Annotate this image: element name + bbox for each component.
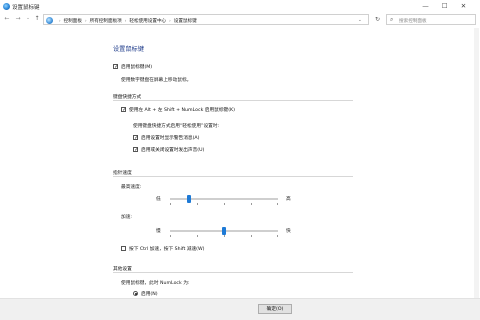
slider-tick [277,235,278,237]
control-panel-icon [46,16,53,24]
top-speed-min-label: 低 [156,197,161,202]
divider [113,176,353,177]
breadcrumb-separator: › [59,18,61,23]
vertical-scrollbar[interactable] [474,28,479,298]
top-speed-slider-thumb[interactable] [187,194,192,203]
sound-checkbox[interactable] [133,147,138,153]
slider-tick [251,203,252,205]
ok-button[interactable]: 确定(O) [258,304,292,314]
enable-mousekeys-label[interactable]: 启用鼠标键(M) [121,64,152,70]
up-arrow-icon[interactable]: ↑ [32,14,42,24]
acceleration-slider-thumb[interactable] [222,226,226,235]
acceleration-min-label: 慢 [156,229,161,234]
address-bar[interactable]: › 控制面板 › 所有控制面板项 › 轻松使用设置中心 › 设置鼠标键 ⌄ [43,14,369,25]
minimize-icon[interactable]: — [418,0,433,13]
enable-mousekeys-checkbox[interactable] [113,64,118,70]
divider [113,100,353,101]
slider-tick [170,235,171,237]
search-icon: ⌕ [390,16,394,23]
top-speed-slider-track[interactable] [170,198,278,200]
acceleration-max-label: 快 [286,229,291,234]
back-arrow-icon[interactable]: ← [2,14,12,24]
sound-label[interactable]: 启用或关闭设置时发出声音(U) [141,147,204,153]
address-dropdown-icon[interactable]: ⌄ [358,18,362,23]
page-title: 设置鼠标键 [113,46,144,53]
slider-tick [224,235,225,237]
ctrl-shift-label[interactable]: 按下 Ctrl 加速，按下 Shift 减速(W) [129,246,204,252]
breadcrumb-item[interactable]: 所有控制面板项 [90,18,122,24]
breadcrumb-separator[interactable]: › [169,18,171,23]
search-placeholder: 搜索控制面板 [399,18,427,24]
slider-tick [197,235,198,237]
title-bar: 设置鼠标键 — ☐ ✕ [0,0,480,13]
warning-message-checkbox[interactable] [133,135,138,141]
close-icon[interactable]: ✕ [456,0,471,13]
footer-bar [0,298,480,320]
breadcrumb-separator[interactable]: › [85,18,87,23]
slider-tick [170,203,171,205]
window-title: 设置鼠标键 [12,5,40,11]
breadcrumb: › 控制面板 › 所有控制面板项 › 轻松使用设置中心 › 设置鼠标键 [56,18,197,24]
divider [113,272,353,273]
breadcrumb-item-current[interactable]: 设置鼠标键 [174,18,197,24]
shortcut-sub-description: 使用键盘快捷方式启用“轻松使用”设置时: [133,124,220,129]
numlock-on-label[interactable]: 启用(N) [141,291,158,297]
slider-tick [224,203,225,205]
warning-message-label[interactable]: 启用设置时显示警告消息(A) [141,135,199,141]
slider-tick [197,203,198,205]
breadcrumb-separator[interactable]: › [125,18,127,23]
use-shortcut-checkbox[interactable] [121,107,126,113]
numlock-on-radio[interactable] [133,291,138,296]
top-speed-label: 最高速度: [121,185,142,190]
use-shortcut-label[interactable]: 使用左 Alt + 左 Shift + NumLock 启用鼠标键(K) [129,107,235,113]
search-box[interactable]: ⌕ 搜索控制面板 [386,14,476,25]
refresh-icon[interactable]: ↻ [372,14,383,25]
forward-arrow-icon[interactable]: → [13,14,23,24]
numlock-description: 使用鼠标键，此时 NumLock 为: [121,281,190,286]
ease-of-access-icon [3,3,10,10]
enable-mousekeys-description: 使用数字键盘在屏幕上移动鼠标。 [121,78,192,83]
slider-tick [251,235,252,237]
slider-tick [277,203,278,205]
breadcrumb-item[interactable]: 控制面板 [64,18,82,24]
breadcrumb-item[interactable]: 轻松使用设置中心 [129,18,166,24]
acceleration-label: 加速: [121,215,132,220]
top-speed-max-label: 高 [286,197,291,202]
maximize-icon[interactable]: ☐ [437,0,452,13]
ctrl-shift-checkbox[interactable] [121,246,126,251]
